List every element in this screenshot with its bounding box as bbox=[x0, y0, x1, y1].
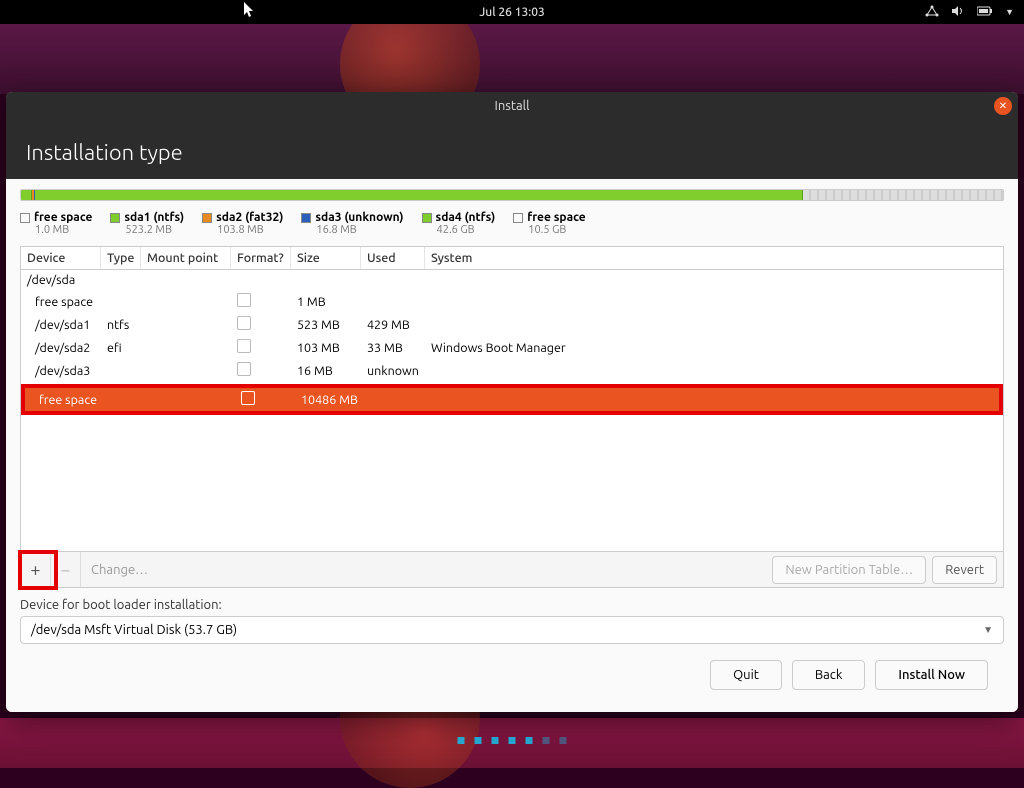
legend-item: sda3 (unknown)16.8 MB bbox=[301, 211, 403, 236]
table-row[interactable]: /dev/sda316 MBunknown bbox=[21, 359, 1003, 382]
page-title: Installation type bbox=[6, 120, 1018, 179]
network-icon[interactable] bbox=[925, 5, 939, 20]
table-row[interactable]: /dev/sda2efi103 MB33 MBWindows Boot Mana… bbox=[21, 336, 1003, 359]
add-partition-button[interactable]: + bbox=[21, 552, 51, 587]
revert-button[interactable]: Revert bbox=[932, 556, 997, 584]
format-checkbox[interactable] bbox=[241, 391, 255, 405]
format-checkbox[interactable] bbox=[237, 362, 251, 376]
new-partition-table-button[interactable]: New Partition Table… bbox=[772, 556, 926, 584]
table-row[interactable]: free space10486 MB bbox=[25, 388, 999, 411]
format-checkbox[interactable] bbox=[237, 293, 251, 307]
remove-partition-button: − bbox=[51, 552, 81, 587]
boot-loader-value: /dev/sda Msft Virtual Disk (53.7 GB) bbox=[31, 623, 237, 637]
boot-loader-select[interactable]: /dev/sda Msft Virtual Disk (53.7 GB) ▼ bbox=[20, 616, 1004, 644]
quit-button[interactable]: Quit bbox=[710, 660, 782, 690]
table-row[interactable]: /dev/sda1ntfs523 MB429 MB bbox=[21, 313, 1003, 336]
close-button[interactable] bbox=[994, 97, 1012, 115]
system-top-bar: Jul 26 13:03 ▼ bbox=[0, 0, 1024, 24]
table-header: Device Type Mount point Format? Size Use… bbox=[21, 247, 1003, 270]
back-button[interactable]: Back bbox=[792, 660, 866, 690]
install-now-button[interactable]: Install Now bbox=[875, 660, 988, 690]
desktop-background bbox=[0, 24, 1024, 94]
disk-legend: free space1.0 MB sda1 (ntfs)523.2 MB sda2 … bbox=[20, 211, 1004, 236]
volume-icon[interactable] bbox=[951, 5, 965, 20]
legend-item: free space10.5 GB bbox=[513, 211, 585, 236]
table-row[interactable]: free space1 MB bbox=[21, 290, 1003, 313]
chevron-down-icon[interactable]: ▼ bbox=[1005, 7, 1014, 17]
cursor-icon bbox=[244, 2, 256, 21]
table-row[interactable]: /dev/sda bbox=[21, 270, 1003, 290]
format-checkbox[interactable] bbox=[237, 316, 251, 330]
boot-loader-label: Device for boot loader installation: bbox=[20, 598, 1004, 612]
format-checkbox[interactable] bbox=[237, 339, 251, 353]
chevron-down-icon: ▼ bbox=[983, 624, 993, 636]
window-titlebar: Install bbox=[6, 92, 1018, 120]
legend-item: sda1 (ntfs)523.2 MB bbox=[110, 211, 184, 236]
window-title: Install bbox=[495, 99, 530, 113]
installer-window: Install Installation type free space1.0 … bbox=[6, 92, 1018, 712]
wizard-footer: Quit Back Install Now bbox=[20, 644, 1004, 698]
partition-toolbar: + − Change… New Partition Table… Revert bbox=[20, 552, 1004, 588]
legend-item: sda2 (fat32)103.8 MB bbox=[202, 211, 283, 236]
battery-icon[interactable] bbox=[977, 6, 993, 19]
clock: Jul 26 13:03 bbox=[479, 6, 545, 19]
legend-item: free space1.0 MB bbox=[20, 211, 92, 236]
progress-dots bbox=[458, 737, 567, 744]
change-partition-button[interactable]: Change… bbox=[81, 563, 772, 577]
tutorial-highlight-row: free space10486 MB bbox=[21, 384, 1003, 415]
partition-table[interactable]: Device Type Mount point Format? Size Use… bbox=[20, 246, 1004, 552]
legend-item: sda4 (ntfs)42.6 GB bbox=[422, 211, 496, 236]
disk-usage-bar bbox=[20, 189, 1004, 201]
